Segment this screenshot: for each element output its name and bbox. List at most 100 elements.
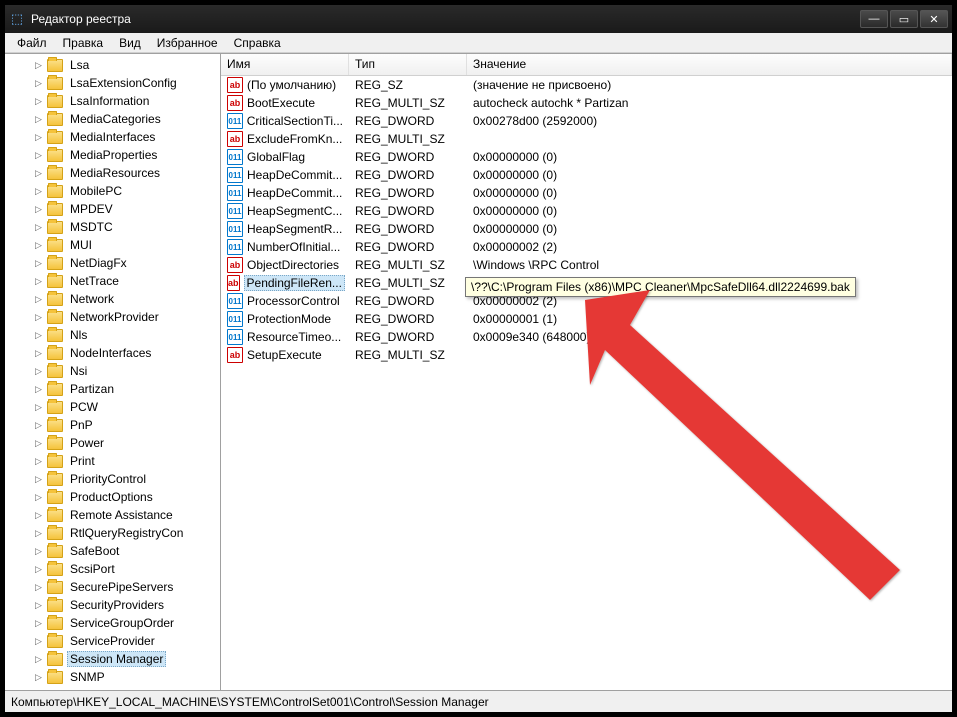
maximize-button[interactable]: ▭ [890,10,918,28]
tree-node[interactable]: ▷Nls [33,326,220,344]
expander-icon[interactable]: ▷ [33,564,44,575]
list-row[interactable]: abExcludeFromKn...REG_MULTI_SZ [221,130,952,148]
tree-node[interactable]: ▷Nsi [33,362,220,380]
menu-help[interactable]: Справка [226,34,289,52]
tree-node[interactable]: ▷MediaInterfaces [33,128,220,146]
expander-icon[interactable]: ▷ [33,528,44,539]
expander-icon[interactable]: ▷ [33,456,44,467]
expander-icon[interactable]: ▷ [33,150,44,161]
list-row[interactable]: 011HeapDeCommit...REG_DWORD0x00000000 (0… [221,184,952,202]
tree-node[interactable]: ▷SNMP [33,668,220,686]
expander-icon[interactable]: ▷ [33,132,44,143]
expander-icon[interactable]: ▷ [33,366,44,377]
tree-node[interactable]: ▷RtlQueryRegistryCon [33,524,220,542]
list-row[interactable]: 011CriticalSectionTi...REG_DWORD0x00278d… [221,112,952,130]
titlebar[interactable]: ⬚ Редактор реестра — ▭ ✕ [5,5,952,33]
tree-node[interactable]: ▷ServiceGroupOrder [33,614,220,632]
tree-node[interactable]: ▷ScsiPort [33,560,220,578]
tree-node[interactable]: ▷NetDiagFx [33,254,220,272]
expander-icon[interactable]: ▷ [33,420,44,431]
tree-node[interactable]: ▷PnP [33,416,220,434]
tree-node[interactable]: ▷MediaResources [33,164,220,182]
expander-icon[interactable]: ▷ [33,348,44,359]
tree-node[interactable]: ▷LsaInformation [33,92,220,110]
list-row[interactable]: 011ResourceTimeo...REG_DWORD0x0009e340 (… [221,328,952,346]
menu-edit[interactable]: Правка [55,34,112,52]
expander-icon[interactable]: ▷ [33,186,44,197]
expander-icon[interactable]: ▷ [33,402,44,413]
list-body[interactable]: ab(По умолчанию)REG_SZ(значение не присв… [221,76,952,690]
expander-icon[interactable]: ▷ [33,204,44,215]
expander-icon[interactable]: ▷ [33,168,44,179]
menu-view[interactable]: Вид [111,34,149,52]
tree-node[interactable]: ▷LsaExtensionConfig [33,74,220,92]
expander-icon[interactable]: ▷ [33,474,44,485]
tree-node[interactable]: ▷MobilePC [33,182,220,200]
column-name[interactable]: Имя [221,54,349,75]
list-row[interactable]: 011HeapSegmentC...REG_DWORD0x00000000 (0… [221,202,952,220]
tree-label: MUI [67,237,95,253]
tree-node[interactable]: ▷ProductOptions [33,488,220,506]
list-row[interactable]: abObjectDirectoriesREG_MULTI_SZ\Windows … [221,256,952,274]
expander-icon[interactable]: ▷ [33,60,44,71]
tree-node[interactable]: ▷MediaCategories [33,110,220,128]
tree-node[interactable]: ▷ServiceProvider [33,632,220,650]
tree-node[interactable]: ▷Remote Assistance [33,506,220,524]
tree-node[interactable]: ▷PCW [33,398,220,416]
expander-icon[interactable]: ▷ [33,546,44,557]
tree-node[interactable]: ▷PriorityControl [33,470,220,488]
tree-node[interactable]: ▷Lsa [33,56,220,74]
expander-icon[interactable]: ▷ [33,654,44,665]
expander-icon[interactable]: ▷ [33,78,44,89]
tree-node[interactable]: ▷MPDEV [33,200,220,218]
expander-icon[interactable]: ▷ [33,294,44,305]
list-row[interactable]: 011GlobalFlagREG_DWORD0x00000000 (0) [221,148,952,166]
tree-node[interactable]: ▷MediaProperties [33,146,220,164]
tree-node[interactable]: ▷SecurePipeServers [33,578,220,596]
expander-icon[interactable]: ▷ [33,114,44,125]
list-row[interactable]: ab(По умолчанию)REG_SZ(значение не присв… [221,76,952,94]
tree-node[interactable]: ▷NetTrace [33,272,220,290]
column-value[interactable]: Значение [467,54,952,75]
tree-node[interactable]: ▷NodeInterfaces [33,344,220,362]
expander-icon[interactable]: ▷ [33,96,44,107]
expander-icon[interactable]: ▷ [33,636,44,647]
tree-node[interactable]: ▷Session Manager [33,650,220,668]
expander-icon[interactable]: ▷ [33,330,44,341]
expander-icon[interactable]: ▷ [33,312,44,323]
tree-node[interactable]: ▷Network [33,290,220,308]
list-row[interactable]: 011NumberOfInitial...REG_DWORD0x00000002… [221,238,952,256]
list-row[interactable]: 011HeapSegmentR...REG_DWORD0x00000000 (0… [221,220,952,238]
tree-node[interactable]: ▷SafeBoot [33,542,220,560]
close-button[interactable]: ✕ [920,10,948,28]
expander-icon[interactable]: ▷ [33,600,44,611]
expander-icon[interactable]: ▷ [33,618,44,629]
menu-favorites[interactable]: Избранное [149,34,226,52]
expander-icon[interactable]: ▷ [33,384,44,395]
tree-node[interactable]: ▷Print [33,452,220,470]
expander-icon[interactable]: ▷ [33,510,44,521]
expander-icon[interactable]: ▷ [33,582,44,593]
expander-icon[interactable]: ▷ [33,438,44,449]
expander-icon[interactable]: ▷ [33,258,44,269]
value-name: HeapSegmentC... [247,204,342,218]
tree-node[interactable]: ▷ MUI [33,236,220,254]
expander-icon[interactable]: ▷ [33,672,44,683]
list-row[interactable]: 011ProtectionModeREG_DWORD0x00000001 (1) [221,310,952,328]
expander-icon[interactable]: ▷ [33,492,44,503]
tree-node[interactable]: ▷NetworkProvider [33,308,220,326]
minimize-button[interactable]: — [860,10,888,28]
list-row[interactable]: abBootExecuteREG_MULTI_SZautocheck autoc… [221,94,952,112]
tree-panel[interactable]: ▷Lsa▷LsaExtensionConfig▷LsaInformation▷M… [5,54,221,690]
expander-icon[interactable]: ▷ [33,222,44,233]
expander-icon[interactable]: ▷ [33,240,44,251]
expander-icon[interactable]: ▷ [33,276,44,287]
list-row[interactable]: abSetupExecuteREG_MULTI_SZ [221,346,952,364]
tree-node[interactable]: ▷Power [33,434,220,452]
column-type[interactable]: Тип [349,54,467,75]
tree-node[interactable]: ▷SecurityProviders [33,596,220,614]
menu-file[interactable]: Файл [9,34,55,52]
list-row[interactable]: 011HeapDeCommit...REG_DWORD0x00000000 (0… [221,166,952,184]
tree-node[interactable]: ▷MSDTC [33,218,220,236]
tree-node[interactable]: ▷Partizan [33,380,220,398]
